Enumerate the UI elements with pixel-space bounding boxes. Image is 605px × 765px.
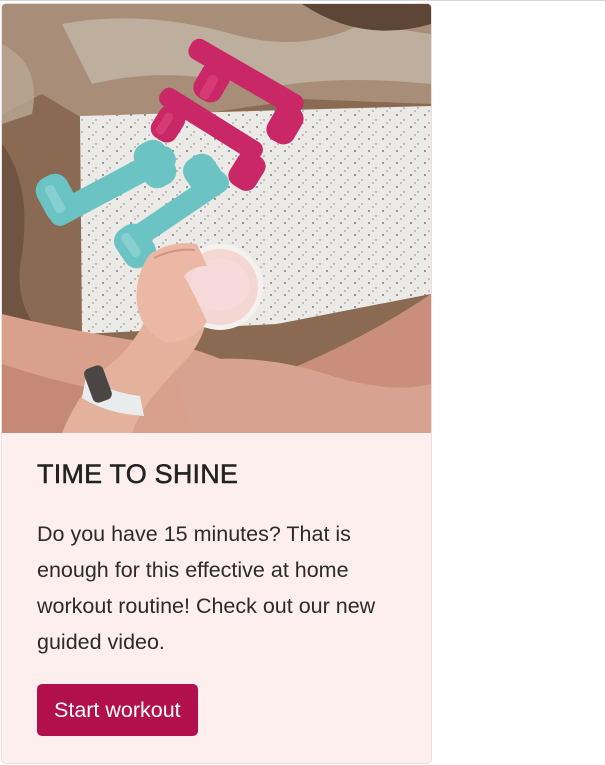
workout-card: TIME TO SHINE Do you have 15 minutes? Th… <box>1 3 432 764</box>
workout-photo <box>2 4 431 433</box>
page-top-border <box>0 0 605 1</box>
start-workout-button[interactable]: Start workout <box>37 684 198 736</box>
card-text: Do you have 15 minutes? That is enough f… <box>37 522 376 654</box>
card-body: TIME TO SHINE Do you have 15 minutes? Th… <box>37 459 397 736</box>
card-title: TIME TO SHINE <box>37 459 239 490</box>
